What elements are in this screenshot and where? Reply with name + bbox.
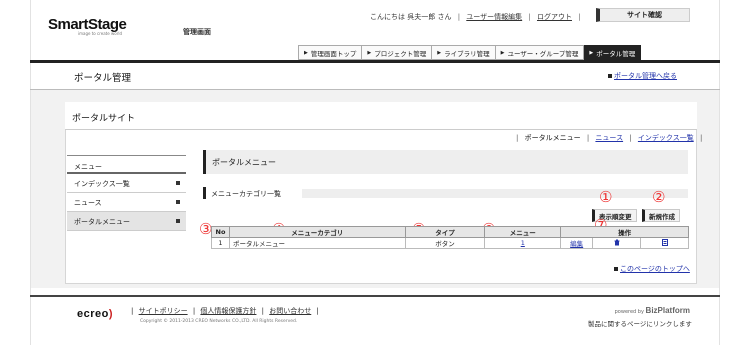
col-header-actions: 操作 [560, 226, 689, 238]
col-header-menu: メニュー [484, 226, 562, 238]
panel-subnav: | ポータルメニュー | ニュース | インデックス一覧 | [516, 134, 703, 142]
panel-title: ポータルサイト [65, 102, 697, 130]
subnav-current: ポータルメニュー [524, 134, 581, 142]
cell-type: ボタン [404, 237, 486, 249]
nav-tab-admin-top[interactable]: ▶ 管理画面トップ [298, 45, 363, 60]
nav-tab-portal[interactable]: ▶ ポータル管理 [584, 45, 642, 60]
heading-bar [302, 189, 688, 198]
square-bullet-icon [176, 219, 180, 223]
left-menu-item-news[interactable]: ニュース [67, 193, 186, 212]
arrow-right-icon: ▶ [500, 49, 505, 56]
table-header-row: No メニューカテゴリ タイプ メニュー 操作 [211, 226, 689, 238]
subnav-news-link[interactable]: ニュース [595, 134, 623, 142]
cell-category: ポータルメニュー [228, 237, 406, 249]
page-title: ポータル管理 [74, 73, 132, 84]
footer-divider [30, 295, 720, 297]
col-header-type: タイプ [404, 226, 486, 238]
product-link-note: 製品に関するページにリンクします [588, 320, 692, 328]
new-button[interactable]: 新規作成 [642, 209, 680, 222]
subnav-index-link[interactable]: インデックス一覧 [638, 134, 694, 142]
menu-category-table: No メニューカテゴリ タイプ メニュー 操作 1 ポータルメニュー ボタン 1… [211, 226, 689, 249]
left-menu: メニュー インデックス一覧 ニュース ポータルメニュー [67, 155, 186, 231]
powered-by-text: powered by [614, 309, 644, 315]
cell-no: 1 [211, 237, 230, 249]
site-check-button[interactable]: サイト確認 [596, 8, 690, 22]
marker-2: ② [652, 188, 666, 206]
cell-edit: 編集 [560, 237, 594, 249]
section-heading: ポータルメニュー [203, 150, 688, 174]
col-header-category: メニューカテゴリ [228, 226, 406, 238]
logo-mark-icon: ) [108, 308, 114, 320]
powered-by[interactable]: powered by BizPlatform [606, 306, 690, 315]
site-policy-link[interactable]: サイトポリシー [139, 307, 188, 315]
privacy-policy-link[interactable]: 個人情報保護方針 [200, 307, 256, 315]
edit-link[interactable]: 編集 [570, 240, 583, 248]
footer-links: | サイトポリシー | 個人情報保護方針 | お問い合わせ | [131, 307, 319, 315]
square-bullet-icon [176, 200, 180, 204]
back-link-wrap: ポータル管理へ戻る [608, 71, 677, 81]
nav-tab-library[interactable]: ▶ ライブラリ管理 [432, 45, 496, 60]
nav-tab-project[interactable]: ▶ プロジェクト管理 [362, 45, 433, 60]
cell-menu: 1 [484, 237, 562, 249]
left-menu-header: メニュー [67, 155, 186, 174]
cell-view [640, 237, 689, 249]
col-header-no: No [211, 226, 230, 238]
view-icon[interactable] [661, 238, 668, 248]
menu-count-link[interactable]: 1 [521, 239, 525, 247]
brand-tagline: image to create world [78, 31, 122, 36]
marker-1: ① [599, 188, 613, 206]
square-bullet-icon [614, 267, 618, 271]
arrow-right-icon: ▶ [589, 49, 594, 56]
back-to-portal-link[interactable]: ポータル管理へ戻る [614, 72, 677, 80]
contact-link[interactable]: お問い合わせ [269, 307, 311, 315]
smartstage-logo[interactable]: SmartStage image to create world [48, 16, 127, 36]
edit-user-link[interactable]: ユーザー情報編集 [466, 13, 522, 21]
admin-label: 管理画面 [183, 28, 211, 36]
square-bullet-icon [608, 74, 612, 78]
table-row: 1 ポータルメニュー ボタン 1 編集 [211, 237, 689, 249]
copyright: Copyright © 2011-2013 CREO Networks CO.,… [140, 319, 298, 324]
bizplatform-logo: BizPlatform [645, 306, 690, 315]
category-heading: メニューカテゴリ一覧 [203, 187, 689, 199]
left-menu-item-index[interactable]: インデックス一覧 [67, 174, 186, 193]
greeting-text: こんにちは 呉夫一郎 さん [370, 13, 452, 21]
page-top-link[interactable]: このページのトップへ [620, 265, 690, 273]
square-bullet-icon [176, 181, 180, 185]
global-nav: ▶ 管理画面トップ ▶ プロジェクト管理 ▶ ライブラリ管理 ▶ ユーザー・グループ管理… [298, 45, 642, 60]
cell-delete [592, 237, 642, 249]
arrow-right-icon: ▶ [304, 49, 308, 56]
ecreo-logo[interactable]: ecreo) [77, 308, 113, 320]
left-menu-item-portal-menu[interactable]: ポータルメニュー [67, 212, 186, 231]
page-top-link-wrap: このページのトップへ [614, 264, 690, 274]
user-greeting-bar: こんにちは 呉夫一郎 さん | ユーザー情報編集 | ログアウト | [370, 13, 581, 21]
logout-link[interactable]: ログアウト [537, 13, 572, 21]
arrow-right-icon: ▶ [367, 49, 372, 56]
arrow-right-icon: ▶ [437, 49, 442, 56]
nav-tab-user-group[interactable]: ▶ ユーザー・グループ管理 [495, 45, 585, 60]
trash-icon[interactable] [614, 239, 620, 248]
nav-underline [30, 60, 720, 63]
